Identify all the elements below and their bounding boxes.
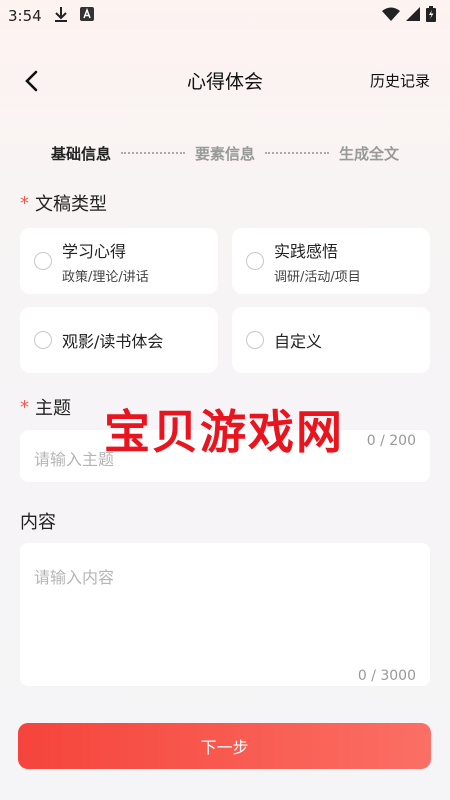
step-generate-full-text: 生成全文 <box>339 144 400 163</box>
radio-circle[interactable] <box>246 331 264 349</box>
content-textarea[interactable]: 请输入内容 0 / 3000 <box>20 543 430 686</box>
step-divider <box>120 152 185 154</box>
topic-label-text: 主题 <box>35 398 71 419</box>
step-indicator: 基础信息 要素信息 生成全文 <box>0 140 450 166</box>
status-time: 3:54 <box>8 7 42 25</box>
topic-input[interactable]: 请输入主题 0 / 200 <box>20 430 430 482</box>
topic-label: * 主题 <box>20 394 71 420</box>
step-elements-info: 要素信息 <box>194 144 255 163</box>
radio-circle[interactable] <box>34 252 52 270</box>
step-basic-info: 基础信息 <box>50 144 111 163</box>
doc-type-label: * 文稿类型 <box>20 190 107 216</box>
content-placeholder: 请输入内容 <box>34 568 115 587</box>
radio-circle[interactable] <box>34 331 52 349</box>
option-subtitle: 政策/理论/讲话 <box>62 269 149 285</box>
option-custom[interactable]: 自定义 <box>232 307 430 373</box>
status-bar: 3:54 <box>0 0 450 32</box>
option-study-notes[interactable]: 学习心得 政策/理论/讲话 <box>20 228 218 294</box>
option-practice-insights[interactable]: 实践感悟 调研/活动/项目 <box>232 228 430 294</box>
battery-icon <box>426 6 436 26</box>
required-mark: * <box>20 396 29 418</box>
option-title: 学习心得 <box>62 241 127 261</box>
download-icon <box>54 6 68 26</box>
wifi-icon <box>382 7 400 25</box>
bottom-fade <box>0 700 450 720</box>
option-title: 观影/读书体会 <box>62 332 164 351</box>
a-notification-icon <box>79 7 94 25</box>
option-title: 实践感悟 <box>274 241 339 261</box>
chevron-left-icon <box>25 70 38 92</box>
content-label-text: 内容 <box>20 512 56 533</box>
option-movie-book-review[interactable]: 观影/读书体会 <box>20 307 218 373</box>
next-button[interactable]: 下一步 <box>18 723 431 769</box>
option-title: 自定义 <box>274 332 323 351</box>
content-char-counter: 0 / 3000 <box>357 668 416 684</box>
history-link[interactable]: 历史记录 <box>370 70 430 91</box>
option-subtitle: 调研/活动/项目 <box>274 269 361 285</box>
signal-icon <box>406 7 420 25</box>
back-button[interactable] <box>16 66 46 96</box>
topic-char-counter: 0 / 200 <box>366 433 416 449</box>
topic-placeholder: 请输入主题 <box>34 450 115 469</box>
step-divider <box>265 152 329 154</box>
nav-bar: 心得体会 历史记录 <box>0 58 450 102</box>
content-label: 内容 <box>20 508 56 534</box>
radio-circle[interactable] <box>246 252 264 270</box>
required-mark: * <box>20 192 29 214</box>
doc-type-label-text: 文稿类型 <box>35 194 107 215</box>
